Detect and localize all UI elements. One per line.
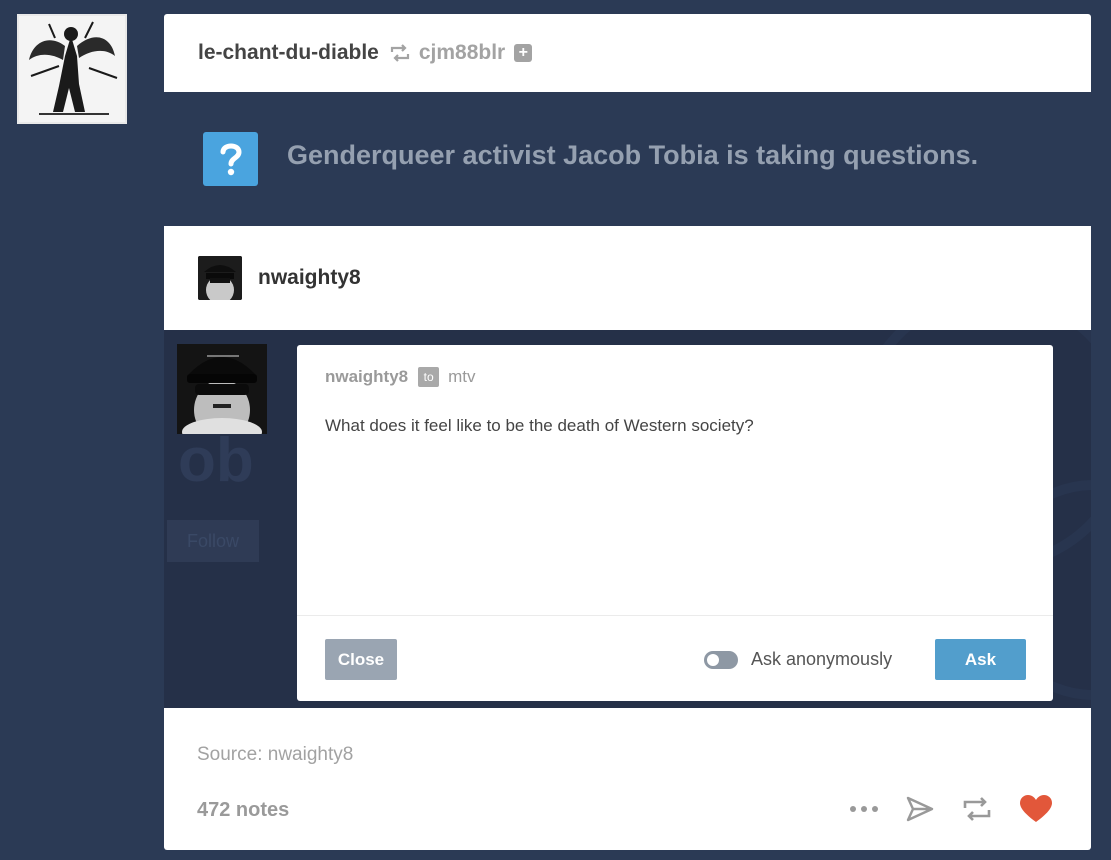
send-icon[interactable] [905, 795, 935, 823]
post-header: le-chant-du-diable cjm88blr + [164, 14, 1091, 92]
reblogger-username[interactable]: le-chant-du-diable [198, 41, 379, 65]
reblogged-from-username[interactable]: cjm88blr [419, 41, 505, 65]
to-badge: to [418, 367, 440, 387]
ask-from-username[interactable]: nwaighty8 [325, 367, 408, 387]
post-footer: Source: nwaighty8 472 notes [164, 708, 1091, 850]
ask-screenshot: ob Follow nwaighty8 to mtv What does it … [164, 330, 1091, 708]
ask-button[interactable]: Ask [935, 639, 1026, 680]
post-actions [823, 794, 1053, 824]
asker-header: nwaighty8 [164, 226, 1091, 330]
ask-modal: nwaighty8 to mtv What does it feel like … [297, 345, 1053, 701]
blog-avatar[interactable] [17, 14, 127, 124]
background-follow-button: Follow [167, 520, 259, 562]
heart-icon[interactable] [1019, 794, 1053, 824]
more-icon[interactable] [849, 805, 879, 813]
anonymous-toggle[interactable] [704, 651, 738, 669]
ask-banner: Genderqueer activist Jacob Tobia is taki… [164, 92, 1091, 226]
question-icon [203, 132, 258, 186]
close-button[interactable]: Close [325, 639, 397, 680]
post-source[interactable]: Source: nwaighty8 [197, 744, 353, 766]
reblog-icon[interactable] [961, 795, 993, 823]
background-ghost-text: ob [178, 426, 254, 495]
plus-icon[interactable]: + [514, 44, 533, 62]
notes-count[interactable]: 472 notes [197, 799, 289, 822]
asker-avatar-large [177, 344, 267, 434]
reblog-icon [389, 43, 411, 63]
asker-username[interactable]: nwaighty8 [258, 266, 361, 290]
modal-divider [297, 615, 1053, 616]
banner-title: Genderqueer activist Jacob Tobia is taki… [287, 140, 979, 170]
anonymous-label: Ask anonymously [751, 649, 893, 669]
ask-question-text[interactable]: What does it feel like to be the death o… [325, 416, 754, 436]
ask-recipient[interactable]: mtv [448, 367, 475, 387]
asker-avatar-small[interactable] [198, 256, 242, 300]
